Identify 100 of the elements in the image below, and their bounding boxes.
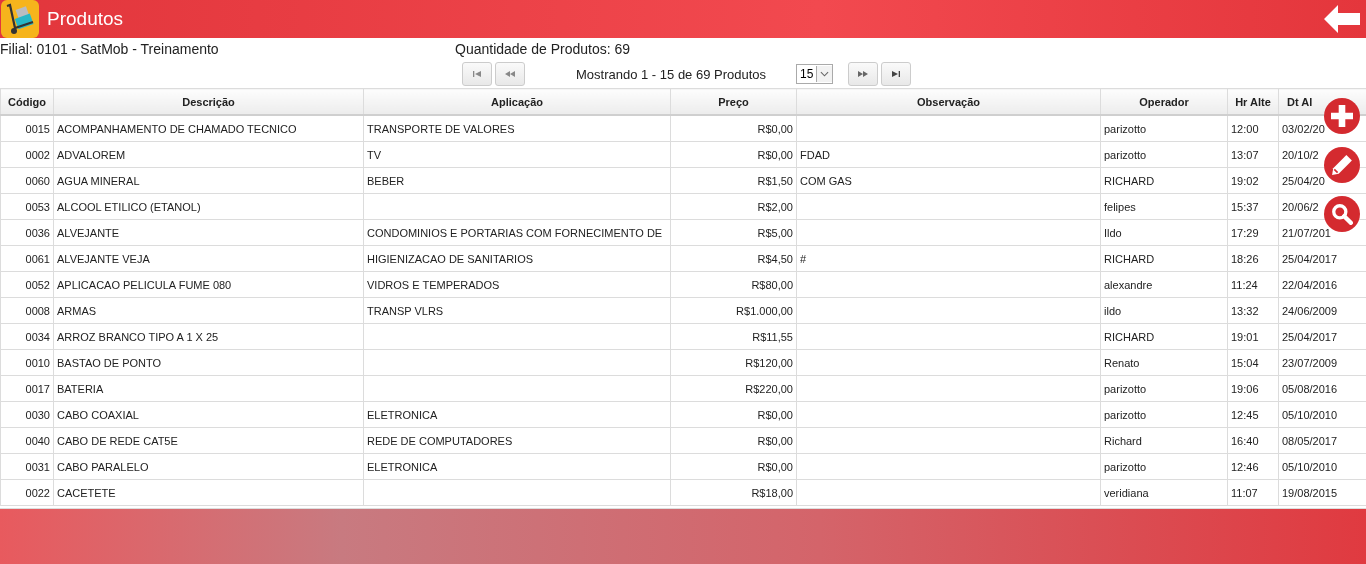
table-cell: 19:02 xyxy=(1231,174,1259,187)
table-cell: 12:46 xyxy=(1231,460,1259,473)
table-cell: COM GAS xyxy=(800,174,852,187)
back-button[interactable] xyxy=(1324,5,1360,33)
column-header[interactable]: Dt Al xyxy=(1287,95,1313,108)
table-cell: parizotto xyxy=(1104,382,1147,395)
table-cell: 05/10/2010 xyxy=(1282,408,1338,421)
table-cell: 0030 xyxy=(25,408,50,421)
table-cell: R$18,00 xyxy=(751,486,793,499)
table-cell: ARMAS xyxy=(57,304,97,317)
table-cell: 19/08/2015 xyxy=(1282,486,1338,499)
table-cell: 20/06/2 xyxy=(1282,200,1319,213)
table-cell: parizotto xyxy=(1104,460,1147,473)
last-page-button[interactable] xyxy=(881,62,912,86)
table-cell: 05/08/2016 xyxy=(1282,382,1338,395)
table-cell: R$0,00 xyxy=(757,434,793,447)
table-cell: TV xyxy=(367,148,382,161)
next-page-button[interactable] xyxy=(848,62,879,86)
table-cell: RICHARD xyxy=(1104,174,1155,187)
table-cell: alexandre xyxy=(1104,278,1153,291)
table-cell: veridiana xyxy=(1104,486,1149,499)
table-cell: 19:01 xyxy=(1231,330,1259,343)
table-cell: TRANSP VLRS xyxy=(367,304,444,317)
table-cell: 22/04/2016 xyxy=(1282,278,1338,291)
table-cell: 12:45 xyxy=(1231,408,1259,421)
table-cell: CACETETE xyxy=(57,486,116,499)
table-cell: FDAD xyxy=(800,148,830,161)
table-cell: CABO PARALELO xyxy=(57,460,149,473)
plus-icon xyxy=(1331,105,1353,127)
table-cell: 0015 xyxy=(25,122,50,135)
previous-page-icon xyxy=(505,71,515,77)
first-page-button[interactable] xyxy=(462,62,492,86)
column-header[interactable]: Preço xyxy=(718,95,749,108)
table-cell: BATERIA xyxy=(57,382,104,395)
table-cell: R$0,00 xyxy=(757,408,793,421)
table-cell: AGUA MINERAL xyxy=(57,174,140,187)
table-cell: 25/04/2017 xyxy=(1282,252,1338,265)
table-cell: 08/05/2017 xyxy=(1282,434,1338,447)
table-cell: felipes xyxy=(1104,200,1136,213)
table-cell: 0061 xyxy=(25,252,50,265)
search-icon xyxy=(1331,203,1353,225)
table-cell: parizotto xyxy=(1104,408,1147,421)
table-cell: 17:29 xyxy=(1231,226,1259,239)
table-cell: parizotto xyxy=(1104,122,1147,135)
table-cell: 18:26 xyxy=(1231,252,1259,265)
table-cell: 15:04 xyxy=(1231,356,1259,369)
pagination-status: Mostrando 1 - 15 de 69 Produtos xyxy=(576,66,767,82)
table-cell: ALCOOL ETILICO (ETANOL) xyxy=(57,200,201,213)
table-cell: 25/04/20 xyxy=(1282,174,1325,187)
table-cell: CABO COAXIAL xyxy=(57,408,139,421)
pencil-icon xyxy=(1331,154,1353,176)
column-header[interactable]: Operador xyxy=(1139,95,1189,108)
table-cell: R$11,55 xyxy=(752,330,793,343)
table-cell: 0002 xyxy=(25,148,50,161)
table-cell: 0017 xyxy=(25,382,50,395)
table-cell: 0008 xyxy=(25,304,50,317)
edit-button[interactable] xyxy=(1324,147,1360,183)
table-cell: R$0,00 xyxy=(757,460,793,473)
table-cell: REDE DE COMPUTADORES xyxy=(367,434,513,447)
column-header[interactable]: Observação xyxy=(917,95,980,108)
caret-icon xyxy=(820,71,830,77)
next-page-icon xyxy=(858,71,869,77)
table-cell: 12:00 xyxy=(1231,122,1259,135)
table-cell: R$0,00 xyxy=(757,148,793,161)
table-cell: ALVEJANTE VEJA xyxy=(57,252,150,265)
previous-page-button[interactable] xyxy=(495,62,525,86)
table-cell: 21/07/201 xyxy=(1282,226,1331,239)
table-cell: ARROZ BRANCO TIPO A 1 X 25 xyxy=(57,330,219,343)
table-cell: ildo xyxy=(1104,304,1122,317)
table-cell: 0052 xyxy=(25,278,50,291)
add-button[interactable] xyxy=(1324,98,1360,134)
product-count: Quantidade de Produtos: 69 xyxy=(455,41,631,57)
table-cell: ACOMPANHAMENTO DE CHAMADO TECNICO xyxy=(57,122,297,135)
table-cell: R$0,00 xyxy=(757,122,793,135)
last-page-icon xyxy=(892,71,901,77)
page-size-select[interactable]: 15 xyxy=(796,64,834,84)
table-cell: # xyxy=(800,252,807,265)
table-cell: 0060 xyxy=(25,174,50,187)
table-cell: BASTAO DE PONTO xyxy=(57,356,162,369)
table-cell: 11:07 xyxy=(1231,486,1258,499)
table-cell: ELETRONICA xyxy=(367,408,438,421)
column-header[interactable]: Descrição xyxy=(182,95,235,108)
table-cell: HIGIENIZACAO DE SANITARIOS xyxy=(367,252,534,265)
table-cell: parizotto xyxy=(1104,148,1147,161)
table-cell: 23/07/2009 xyxy=(1282,356,1338,369)
table-cell: R$120,00 xyxy=(745,356,793,369)
table-cell: RICHARD xyxy=(1104,252,1155,265)
table-cell: 15:37 xyxy=(1231,200,1259,213)
table-cell: 11:24 xyxy=(1231,278,1258,291)
column-header[interactable]: Aplicação xyxy=(491,95,543,108)
table-cell: R$2,00 xyxy=(757,200,793,213)
table-cell: 03/02/20 xyxy=(1282,122,1325,135)
table-cell: 25/04/2017 xyxy=(1282,330,1338,343)
table-cell: 0034 xyxy=(25,330,50,343)
table-cell: 0031 xyxy=(25,460,50,473)
table-cell: R$80,00 xyxy=(751,278,793,291)
table-cell: R$1.000,00 xyxy=(736,304,793,317)
table-cell: 13:32 xyxy=(1231,304,1259,317)
table-cell: 24/06/2009 xyxy=(1282,304,1338,317)
table-cell: 0010 xyxy=(25,356,50,369)
